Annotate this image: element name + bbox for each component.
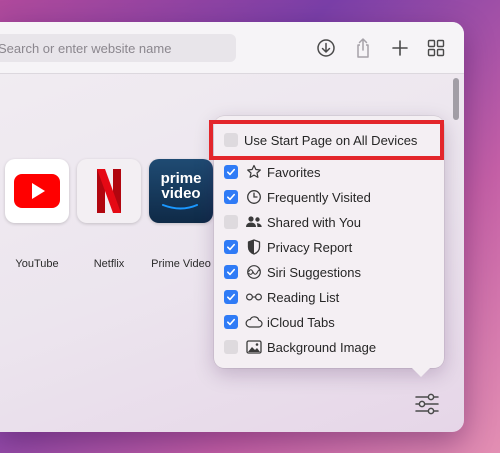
favorite-tile-youtube[interactable] xyxy=(5,159,69,223)
checkbox[interactable] xyxy=(224,340,238,354)
share-icon xyxy=(357,38,369,58)
downloads-button[interactable] xyxy=(314,36,338,60)
sliders-icon xyxy=(415,393,439,415)
star-icon xyxy=(245,164,263,180)
share-button[interactable] xyxy=(351,36,375,60)
favorite-tile-netflix[interactable] xyxy=(77,159,141,223)
youtube-logo-icon xyxy=(14,174,60,208)
customize-start-page-button[interactable] xyxy=(413,390,441,418)
grid-icon xyxy=(427,39,445,57)
checkbox[interactable] xyxy=(224,165,238,179)
checkmark-icon xyxy=(227,243,235,251)
favorite-tile-prime-video[interactable]: prime video xyxy=(149,159,213,223)
clock-icon xyxy=(245,189,263,205)
prime-smile-icon xyxy=(162,204,198,210)
menu-item-favorites[interactable]: Favorites xyxy=(224,161,434,183)
checkbox[interactable] xyxy=(224,190,238,204)
new-tab-button[interactable] xyxy=(388,36,412,60)
toolbar xyxy=(0,22,464,74)
checkmark-icon xyxy=(227,193,235,201)
checkbox[interactable] xyxy=(224,265,238,279)
checkmark-icon xyxy=(227,318,235,326)
search-input[interactable] xyxy=(0,34,236,62)
menu-item-icloud-tabs[interactable]: iCloud Tabs xyxy=(224,311,434,333)
plus-icon xyxy=(392,40,408,56)
download-icon xyxy=(317,39,335,57)
menu-item-background-image[interactable]: Background Image xyxy=(224,336,434,358)
favorite-label: Prime Video xyxy=(151,258,211,270)
checkbox[interactable] xyxy=(224,215,238,229)
highlight-box xyxy=(209,120,444,160)
menu-item-shared-with-you[interactable]: Shared with You xyxy=(224,211,434,233)
favorite-label: Netflix xyxy=(93,258,125,270)
checkbox[interactable] xyxy=(224,315,238,329)
checkmark-icon xyxy=(227,168,235,176)
favorite-label: YouTube xyxy=(15,258,59,270)
cloud-icon xyxy=(245,314,263,330)
glasses-icon xyxy=(245,289,263,305)
siri-icon xyxy=(245,264,263,280)
menu-item-reading-list[interactable]: Reading List xyxy=(224,286,434,308)
people-icon xyxy=(245,214,263,230)
prime-video-logo-text: prime video xyxy=(160,170,202,202)
popover-arrow xyxy=(411,367,431,377)
checkbox[interactable] xyxy=(224,240,238,254)
checkmark-icon xyxy=(227,293,235,301)
netflix-logo-icon xyxy=(97,169,121,213)
menu-item-privacy-report[interactable]: Privacy Report xyxy=(224,236,434,258)
image-icon xyxy=(245,339,263,355)
checkbox[interactable] xyxy=(224,290,238,304)
tab-overview-button[interactable] xyxy=(424,36,448,60)
shield-icon xyxy=(245,239,263,255)
menu-item-siri-suggestions[interactable]: Siri Suggestions xyxy=(224,261,434,283)
menu-item-frequently-visited[interactable]: Frequently Visited xyxy=(224,186,434,208)
scrollbar[interactable] xyxy=(453,78,459,120)
checkmark-icon xyxy=(227,268,235,276)
